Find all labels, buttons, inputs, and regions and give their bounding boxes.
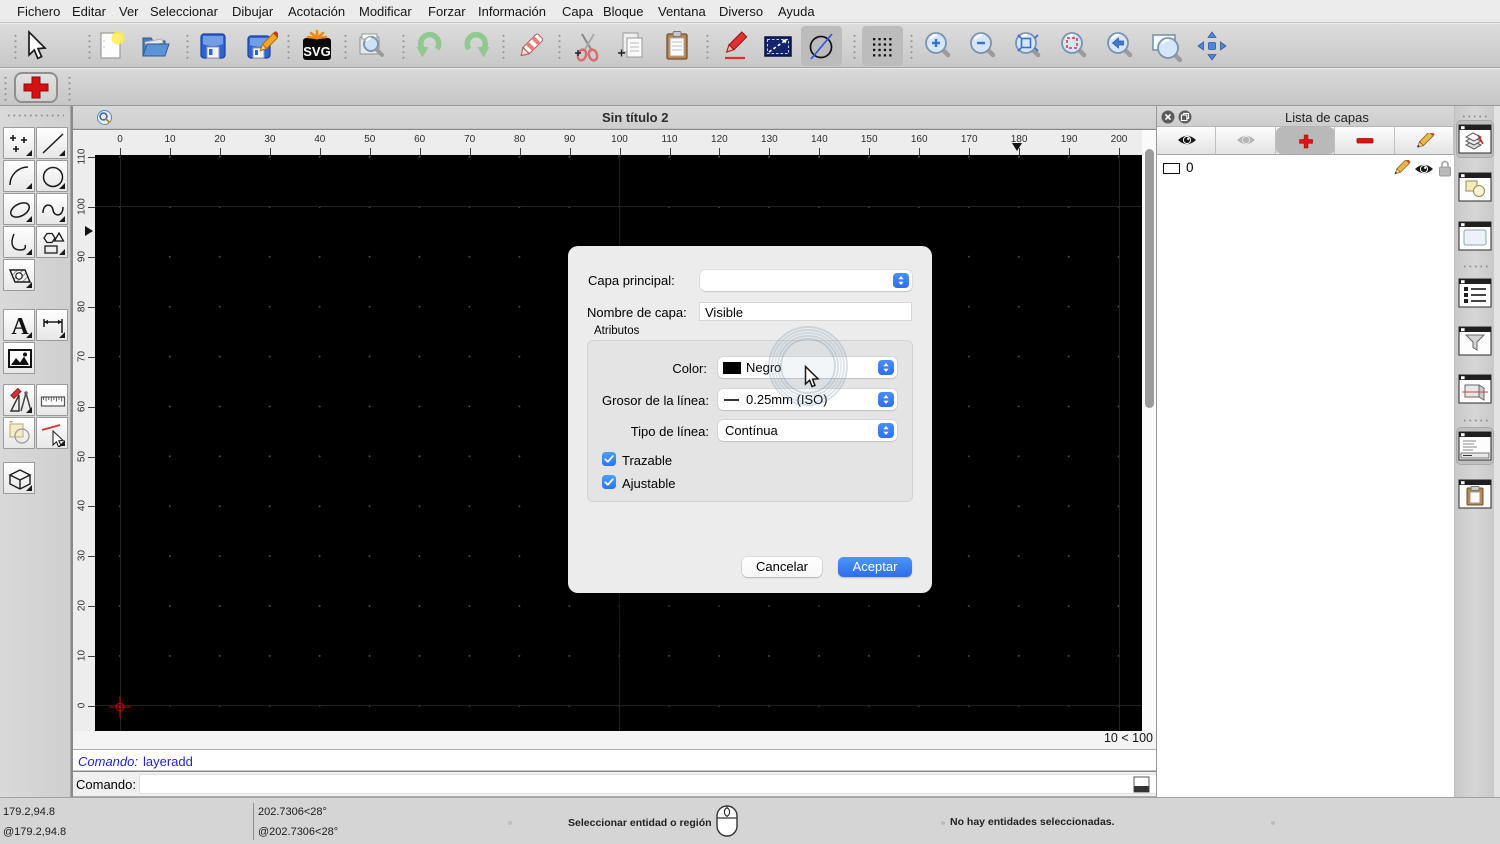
svg-text:SVG: SVG: [303, 44, 330, 59]
svg-text:A: A: [11, 314, 29, 339]
